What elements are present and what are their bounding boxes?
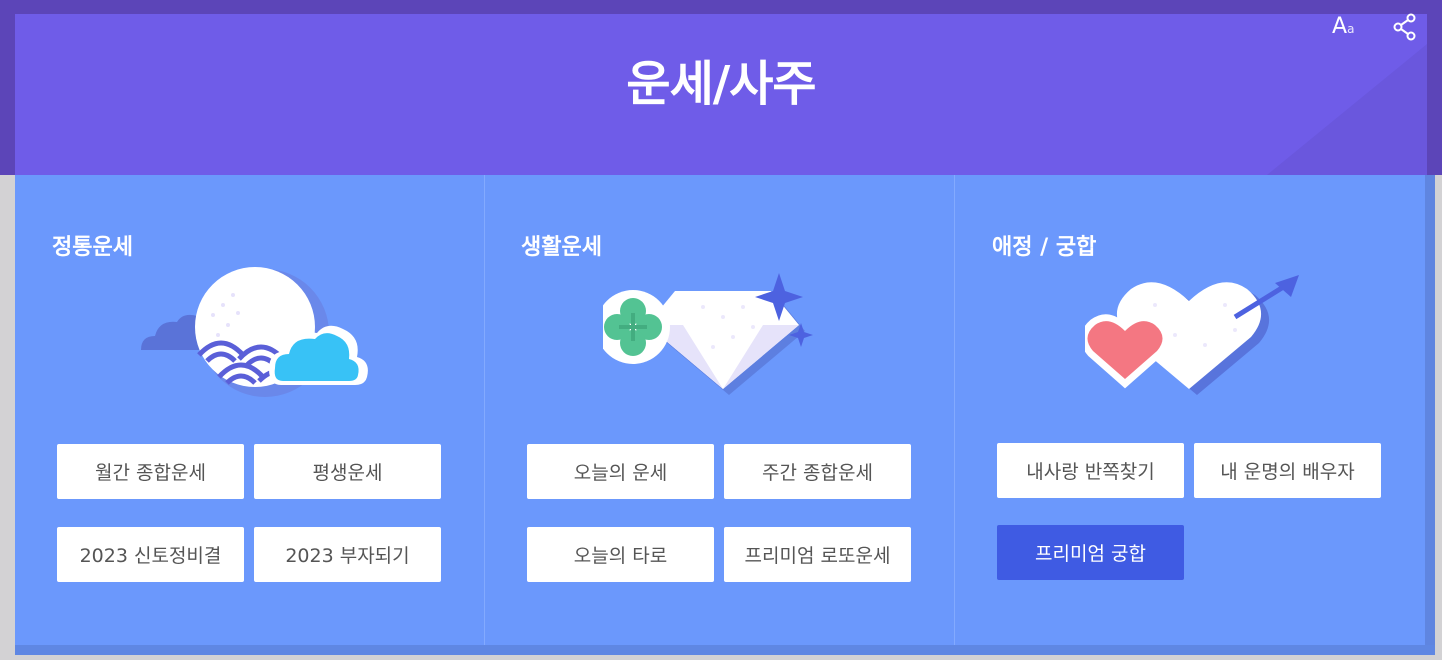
category-title: 생활운세 (521, 235, 602, 260)
category-traditional: 정통운세 월간 종합운세 평생운세 2023 신토정비결 2023 부자되기 (15, 175, 483, 645)
lifetime-fortune-button[interactable]: 평생운세 (254, 444, 441, 499)
font-size-button[interactable]: Aa (1332, 14, 1354, 39)
hearts-arrow-icon (1085, 275, 1299, 395)
font-size-icon-small: a (1347, 22, 1355, 36)
wealth-fortune-button[interactable]: 2023 부자되기 (254, 527, 441, 582)
monthly-fortune-button[interactable]: 월간 종합운세 (57, 444, 244, 499)
page-header: 운세/사주 (15, 14, 1427, 175)
premium-lotto-button[interactable]: 프리미엄 로또운세 (724, 527, 911, 582)
today-tarot-button[interactable]: 오늘의 타로 (527, 527, 714, 582)
fortune-categories-panel: 정통운세 월간 종합운세 평생운세 2023 신토정비결 2023 부자되기 생… (15, 175, 1425, 645)
diamond-clover-sparkle-icon (603, 273, 813, 395)
premium-compatibility-button[interactable]: 프리미엄 궁합 (997, 525, 1184, 580)
panel-right-edge (1425, 175, 1435, 655)
find-soulmate-button[interactable]: 내사랑 반쪽찾기 (997, 443, 1184, 498)
weekly-fortune-button[interactable]: 주간 종합운세 (724, 444, 911, 499)
panel-bottom-edge (15, 645, 1435, 655)
page-title: 운세/사주 (626, 56, 816, 112)
destined-spouse-button[interactable]: 내 운명의 배우자 (1194, 443, 1381, 498)
today-fortune-button[interactable]: 오늘의 운세 (527, 444, 714, 499)
category-title: 정통운세 (52, 235, 133, 260)
tojeong-fortune-button[interactable]: 2023 신토정비결 (57, 527, 244, 582)
category-title: 애정 / 궁합 (992, 235, 1097, 260)
share-icon[interactable] (1392, 13, 1418, 41)
font-size-icon-big: A (1332, 14, 1348, 39)
category-love-compatibility: 애정 / 궁합 내사랑 반쪽찾기 내 운명의 배우자 프리미엄 궁합 (954, 175, 1426, 645)
moon-cloud-wave-icon (141, 267, 368, 397)
category-daily-life: 생활운세 오늘의 운세 주간 종합운세 오늘의 타로 프리미엄 로또운세 (484, 175, 954, 645)
